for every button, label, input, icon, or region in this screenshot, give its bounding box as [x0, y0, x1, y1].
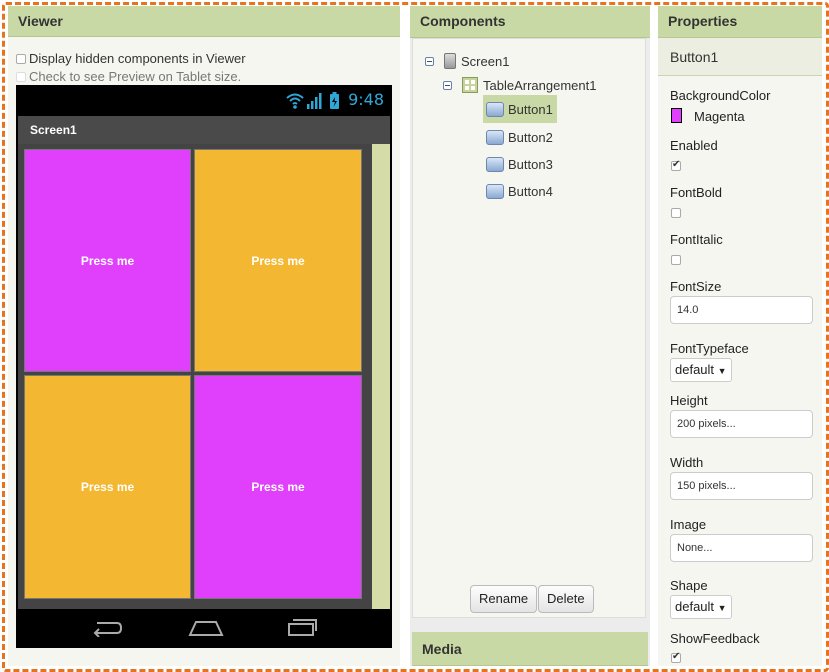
highlight-frame	[2, 2, 829, 672]
